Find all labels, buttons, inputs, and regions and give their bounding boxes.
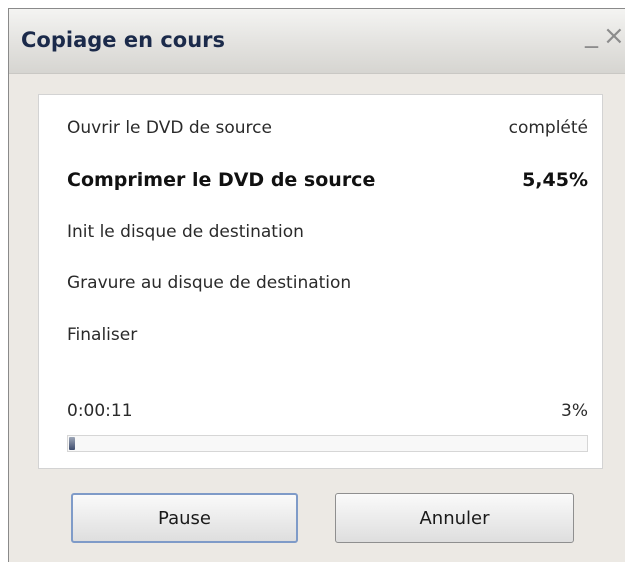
step-label-compress-source: Comprimer le DVD de source (67, 169, 376, 191)
progress-bar-fill (69, 437, 75, 450)
step-label-init-destination: Init le disque de destination (67, 222, 304, 242)
step-label-open-source: Ouvrir le DVD de source (67, 118, 272, 138)
progress-panel: Ouvrir le DVD de source complété Comprim… (38, 94, 603, 469)
copy-progress-dialog: Copiage en cours _ × Ouvrir le DVD de so… (8, 8, 625, 562)
cancel-button[interactable]: Annuler (335, 493, 574, 543)
step-status-open-source: complété (508, 118, 588, 138)
overall-percent: 3% (561, 401, 588, 421)
elapsed-time: 0:00:11 (67, 401, 133, 421)
pause-button[interactable]: Pause (71, 493, 298, 543)
step-label-finalize: Finaliser (67, 325, 138, 345)
close-icon[interactable]: × (603, 23, 625, 49)
title-bar[interactable]: Copiage en cours _ × (9, 9, 625, 74)
step-status-compress-source: 5,45% (522, 169, 588, 191)
minimize-icon[interactable]: _ (585, 21, 598, 47)
step-label-burn-destination: Gravure au disque de destination (67, 273, 352, 293)
overall-progress-bar (67, 435, 588, 452)
dialog-title: Copiage en cours (21, 28, 226, 52)
